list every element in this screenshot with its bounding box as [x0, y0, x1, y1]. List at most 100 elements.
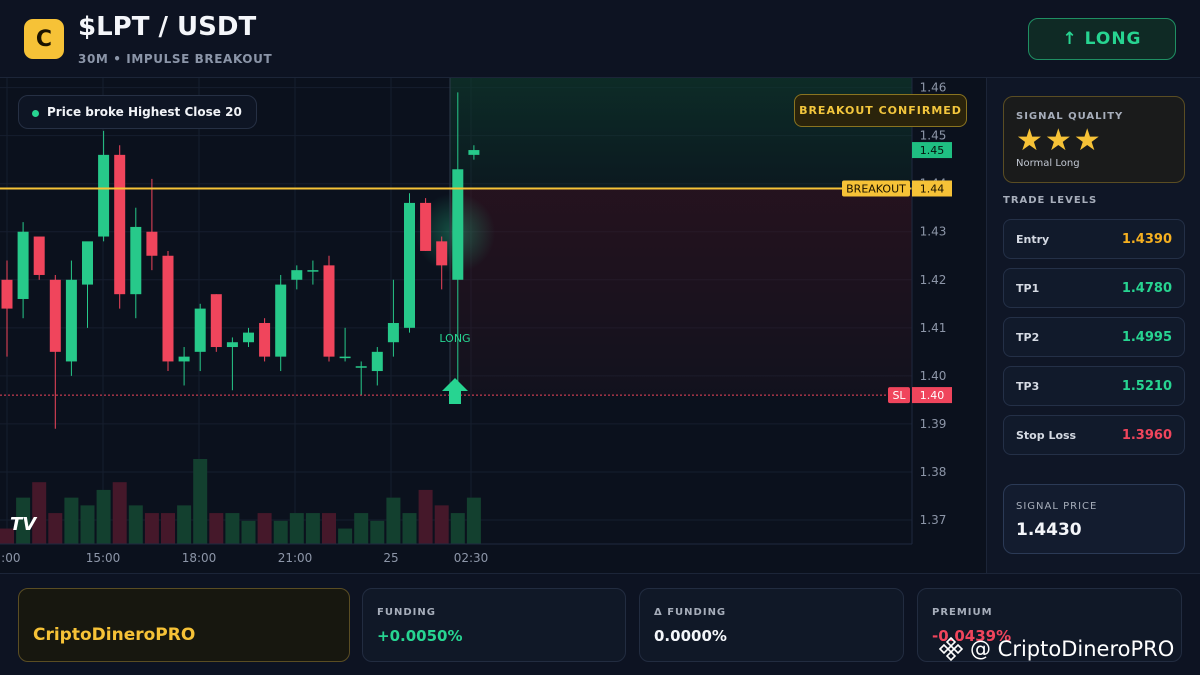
trade-level-value: 1.5210	[1121, 379, 1172, 394]
price-tick-label: 1.42	[920, 273, 947, 287]
candlestick-chart[interactable]: BREAKOUT SL 1.46 1.45 1.44 1.43 1.42 1.41 1.40 1…	[0, 78, 986, 573]
trade-level-entry: Entry 1.4390	[1003, 219, 1185, 259]
candle-body	[49, 279, 61, 352]
candle-body	[146, 231, 158, 256]
candle-body	[355, 366, 367, 368]
volume-bar	[370, 520, 385, 544]
candle-body	[130, 226, 142, 295]
signal-quality-sublabel: Normal Long	[1016, 158, 1080, 169]
trade-level-value: 1.4390	[1121, 232, 1172, 247]
time-tick-label: 02:30	[454, 551, 489, 565]
price-tick-label: 1.45	[920, 129, 947, 143]
signal-price-card: SIGNAL PRICE 1.4430	[1003, 484, 1185, 554]
candle-body	[420, 202, 432, 251]
price-tick-label: 1.39	[920, 417, 947, 431]
time-tick-label: 25	[383, 551, 398, 565]
volume-bar	[322, 513, 336, 544]
risk-zone	[450, 188, 912, 396]
volume-bar	[193, 459, 208, 544]
candle-body	[259, 323, 271, 357]
status-dot-icon	[32, 110, 39, 117]
brand-name: CriptoDineroPRO	[33, 625, 196, 645]
volume-bar	[386, 497, 401, 544]
trade-level-key: TP3	[1016, 380, 1040, 393]
volume-bar	[466, 497, 481, 544]
binance-icon	[938, 636, 964, 662]
time-tick-label: 18:00	[182, 551, 217, 565]
sl-price-badge-text: 1.40	[920, 389, 945, 402]
time-tick-label: 2:00	[0, 551, 20, 565]
sl-tag-text: SL	[892, 389, 906, 402]
watermark-text: @ CriptoDineroPRO	[970, 637, 1175, 661]
volume-bar	[418, 489, 433, 544]
volume-bar	[144, 513, 159, 544]
volume-bar	[96, 489, 111, 544]
price-tick-label: 1.43	[920, 225, 947, 239]
funding-label: FUNDING	[377, 607, 436, 618]
pair-subtitle: 30M • IMPULSE BREAKOUT	[78, 52, 273, 66]
volume-bar	[161, 513, 175, 544]
app-logo: C	[24, 19, 64, 59]
price-tick-label: 1.41	[920, 321, 947, 335]
price-tick-label: 1.40	[920, 369, 947, 383]
trade-level-stop-loss: Stop Loss 1.3960	[1003, 415, 1185, 455]
creator-watermark: @ CriptoDineroPRO	[938, 636, 1174, 662]
trade-level-tp3: TP3 1.5210	[1003, 366, 1185, 406]
trade-level-tp2: TP2 1.4995	[1003, 317, 1185, 357]
trade-levels-title: TRADE LEVELS	[1003, 195, 1098, 206]
volume-bar	[273, 520, 288, 544]
delta-funding-value: 0.0000%	[654, 627, 727, 645]
price-chart[interactable]: BREAKOUT SL 1.46 1.45 1.44 1.43 1.42 1.41 1.40 1…	[0, 78, 986, 573]
volume-bar	[209, 513, 224, 544]
candle-body	[33, 236, 45, 275]
breakout-price-badge-text: 1.44	[920, 182, 945, 195]
trade-level-key: Entry	[1016, 233, 1050, 246]
delta-funding-label: Δ FUNDING	[654, 607, 727, 618]
candle-body	[162, 255, 174, 362]
volume-bar	[338, 528, 353, 544]
candle-body	[339, 356, 351, 359]
candle-body	[404, 202, 415, 328]
time-tick-label: 21:00	[278, 551, 313, 565]
trade-level-key: TP1	[1016, 282, 1040, 295]
trade-level-value: 1.4780	[1121, 281, 1172, 296]
volume-bar	[48, 513, 63, 544]
trade-level-value: 1.4995	[1121, 330, 1172, 345]
price-tick-label: 1.46	[920, 81, 947, 95]
volume-bar	[241, 520, 256, 544]
condition-pill: Price broke Highest Close 20	[18, 95, 257, 129]
brand-card: CriptoDineroPRO	[18, 588, 350, 662]
candle-body	[210, 294, 222, 348]
candle-body	[194, 308, 206, 352]
funding-card: FUNDING +0.0050%	[362, 588, 626, 662]
candle-body	[178, 356, 190, 362]
candle-body	[307, 270, 319, 272]
premium-label: PREMIUM	[932, 607, 993, 618]
trade-level-key: Stop Loss	[1016, 429, 1077, 442]
volume-bar	[354, 513, 369, 544]
long-signal-button[interactable]: ↑ LONG	[1028, 18, 1176, 60]
candle-body	[323, 265, 335, 357]
rating-stars-icon: ★★★	[1016, 123, 1103, 158]
candle-body	[387, 323, 399, 343]
volume-bar	[128, 505, 143, 544]
candle-body	[82, 241, 93, 285]
trade-level-key: TP2	[1016, 331, 1040, 344]
candle-body	[275, 284, 287, 357]
time-tick-label: 15:00	[86, 551, 121, 565]
signal-price-label: SIGNAL PRICE	[1016, 501, 1098, 512]
last-price-badge-text: 1.45	[920, 144, 945, 157]
candle-body	[291, 270, 303, 280]
volume-bar	[289, 513, 304, 544]
candle-body	[114, 154, 126, 295]
candle-body	[371, 351, 383, 372]
pair-title: $LPT / USDT	[78, 12, 257, 42]
candle-body	[1, 279, 13, 309]
candle-body	[226, 342, 238, 348]
trade-level-tp1: TP1 1.4780	[1003, 268, 1185, 308]
volume-bar	[80, 505, 95, 544]
signal-quality-card: SIGNAL QUALITY ★★★ Normal Long	[1003, 96, 1185, 183]
candle-body	[436, 241, 448, 266]
volume-bar	[257, 513, 272, 544]
condition-text: Price broke Highest Close 20	[47, 105, 242, 119]
